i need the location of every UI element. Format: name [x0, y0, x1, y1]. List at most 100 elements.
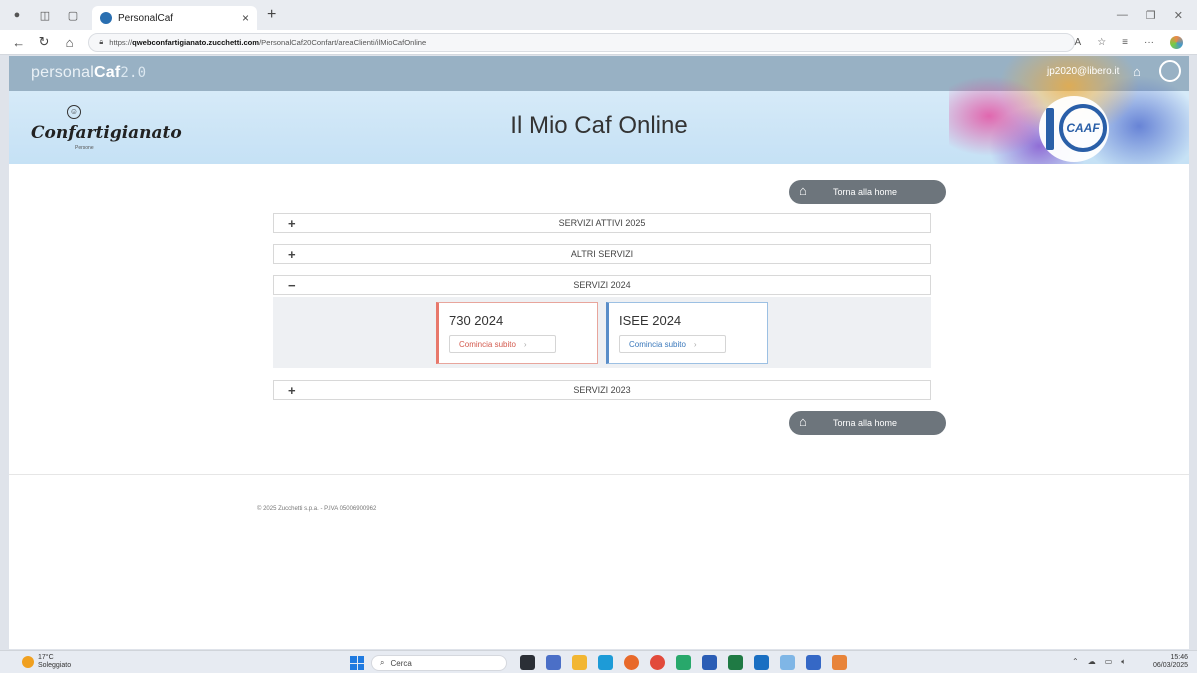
- caaf-logo-i: [1046, 108, 1054, 150]
- user-icon[interactable]: [1159, 60, 1181, 82]
- word-icon[interactable]: [702, 655, 717, 670]
- teams-icon[interactable]: [546, 655, 561, 670]
- home-icon[interactable]: ⌂: [63, 35, 76, 50]
- favorite-star-icon[interactable]: ☆: [1097, 37, 1106, 48]
- accordion-altri-servizi[interactable]: + ALTRI SERVIZI: [273, 244, 931, 264]
- browser-toolbar-right: A ☆ ≡ ···: [1075, 35, 1197, 49]
- start-now-button[interactable]: Comincia subito ›: [449, 335, 556, 353]
- confartigianato-sub: Persone: [75, 145, 94, 151]
- back-icon[interactable]: ←: [12, 35, 25, 50]
- copilot-icon[interactable]: [1170, 35, 1184, 49]
- weather-widget[interactable]: 17°C Soleggiato: [38, 654, 71, 670]
- favicon-icon: [100, 12, 112, 24]
- windows-start-icon[interactable]: [350, 656, 364, 670]
- chevron-right-icon: ›: [693, 339, 697, 349]
- accordion-label: ALTRI SERVIZI: [570, 249, 634, 259]
- expand-icon: +: [288, 382, 296, 398]
- caaf-logo-icon: CAAF: [1059, 104, 1107, 152]
- search-label: Cerca: [390, 658, 412, 668]
- accordion-label: SERVIZI 2024: [573, 280, 631, 290]
- favorites-icon[interactable]: ≡: [1122, 37, 1128, 48]
- clock[interactable]: 15:46 06/03/2025: [1153, 654, 1188, 670]
- start-now-label: Comincia subito: [629, 339, 686, 349]
- tab-title: PersonalCaf: [118, 12, 174, 24]
- accordion-label: SERVIZI 2023: [573, 385, 631, 395]
- volume-icon[interactable]: 🔈︎: [1121, 657, 1126, 667]
- start-now-button[interactable]: Comincia subito ›: [619, 335, 726, 353]
- card-title: 730 2024: [449, 313, 504, 328]
- accordion-servizi-2023[interactable]: + SERVIZI 2023: [273, 380, 931, 400]
- chevron-up-icon[interactable]: ⌃: [1072, 657, 1079, 667]
- profile-icon[interactable]: ●: [6, 4, 28, 26]
- new-tab-button[interactable]: +: [267, 6, 276, 24]
- chrome-icon[interactable]: [650, 655, 665, 670]
- weather-temp: 17°C: [38, 654, 54, 661]
- back-home-button-top[interactable]: ⌂ Torna alla home: [789, 180, 946, 204]
- taskbar-search[interactable]: ⌕ Cerca: [371, 655, 507, 671]
- maps-icon[interactable]: [676, 655, 691, 670]
- task-view-icon[interactable]: [520, 655, 535, 670]
- url-field[interactable]: 🔒︎ https://qwebconfartigianato.zucchetti…: [88, 32, 1075, 52]
- webpage: personalCaf2.0 ☺ Confartigianato Persone…: [9, 56, 1189, 649]
- mail-icon[interactable]: [806, 655, 821, 670]
- photos-icon[interactable]: [780, 655, 795, 670]
- read-aloud-icon[interactable]: A: [1075, 37, 1082, 48]
- service-card-isee: ISEE 2024 Comincia subito ›: [606, 302, 768, 364]
- weather-sun-icon[interactable]: [22, 656, 34, 668]
- user-email[interactable]: jp2020@libero.it: [1047, 66, 1119, 77]
- window-controls: — ❐ ✕: [1117, 9, 1197, 22]
- file-explorer-icon[interactable]: [572, 655, 587, 670]
- system-tray: ⌃ ☁ ▭ 🔈︎: [1072, 657, 1126, 667]
- display-icon[interactable]: ▭: [1105, 657, 1113, 667]
- lock-icon: 🔒︎: [99, 37, 104, 46]
- footer-divider: [9, 474, 1189, 475]
- personalcaf-brand[interactable]: personalCaf2.0: [31, 64, 146, 82]
- accordion-servizi-attivi-2025[interactable]: + SERVIZI ATTIVI 2025: [273, 213, 931, 233]
- taskbar: 17°C Soleggiato ⌕ Cerca ⌃ ☁ ▭ 🔈︎ 15:46 0…: [0, 650, 1197, 673]
- back-home-label: Torna alla home: [833, 187, 898, 197]
- card-title: ISEE 2024: [619, 313, 682, 328]
- url-prefix: https://: [109, 37, 133, 47]
- header-home-icon[interactable]: ⌂: [1133, 64, 1141, 79]
- restore-icon[interactable]: ❐: [1146, 9, 1156, 22]
- outlook-icon[interactable]: [754, 655, 769, 670]
- more-icon[interactable]: ···: [1144, 37, 1154, 48]
- brand-version: 2.0: [120, 65, 147, 81]
- snipping-icon[interactable]: [832, 655, 847, 670]
- clock-date: 06/03/2025: [1153, 662, 1189, 669]
- chevron-right-icon: ›: [523, 339, 527, 349]
- close-tab-icon[interactable]: ×: [242, 11, 249, 25]
- back-home-label: Torna alla home: [833, 418, 898, 428]
- refresh-icon[interactable]: ↻: [37, 34, 50, 50]
- brand-caf: Caf: [93, 64, 121, 81]
- workspaces-icon[interactable]: ◫: [34, 4, 56, 26]
- edge-icon[interactable]: [598, 655, 613, 670]
- url-path: /PersonalCaf20Confart/areaClienti/ilMioC…: [259, 37, 427, 47]
- browser-tab[interactable]: PersonalCaf ×: [92, 6, 257, 30]
- browser-tabbar: ● ◫ ▢ PersonalCaf × + — ❐ ✕: [0, 0, 1197, 30]
- expand-icon: +: [288, 246, 296, 262]
- weather-desc: Soleggiato: [38, 662, 72, 669]
- excel-icon[interactable]: [728, 655, 743, 670]
- brand-personal: personal: [31, 64, 94, 81]
- expand-icon: +: [288, 215, 296, 231]
- clock-time: 15:46: [1170, 654, 1189, 661]
- url-host: qwebconfartigianato.zucchetti.com: [132, 37, 260, 47]
- tab-actions-icon[interactable]: ▢: [62, 4, 84, 26]
- collapse-icon: −: [288, 277, 296, 293]
- home-icon: ⌂: [799, 183, 807, 198]
- back-home-button-bottom[interactable]: ⌂ Torna alla home: [789, 411, 946, 435]
- address-bar-row: ← ↻ ⌂ 🔒︎ https://qwebconfartigianato.zuc…: [0, 30, 1197, 55]
- search-icon: ⌕: [380, 658, 385, 667]
- taskbar-apps: [520, 655, 847, 670]
- copyright-text: © 2025 Zucchetti s.p.a. - P.IVA 05006900…: [257, 506, 377, 512]
- servizi-2024-panel: 730 2024 Comincia subito › ISEE 2024 Com…: [273, 297, 931, 368]
- accordion-label: SERVIZI ATTIVI 2025: [558, 218, 646, 228]
- onedrive-icon[interactable]: ☁: [1088, 657, 1096, 667]
- accordion-servizi-2024[interactable]: − SERVIZI 2024: [273, 275, 931, 295]
- minimize-icon[interactable]: —: [1117, 9, 1128, 22]
- close-window-icon[interactable]: ✕: [1174, 9, 1183, 22]
- firefox-icon[interactable]: [624, 655, 639, 670]
- home-icon: ⌂: [799, 414, 807, 429]
- start-now-label: Comincia subito: [459, 339, 516, 349]
